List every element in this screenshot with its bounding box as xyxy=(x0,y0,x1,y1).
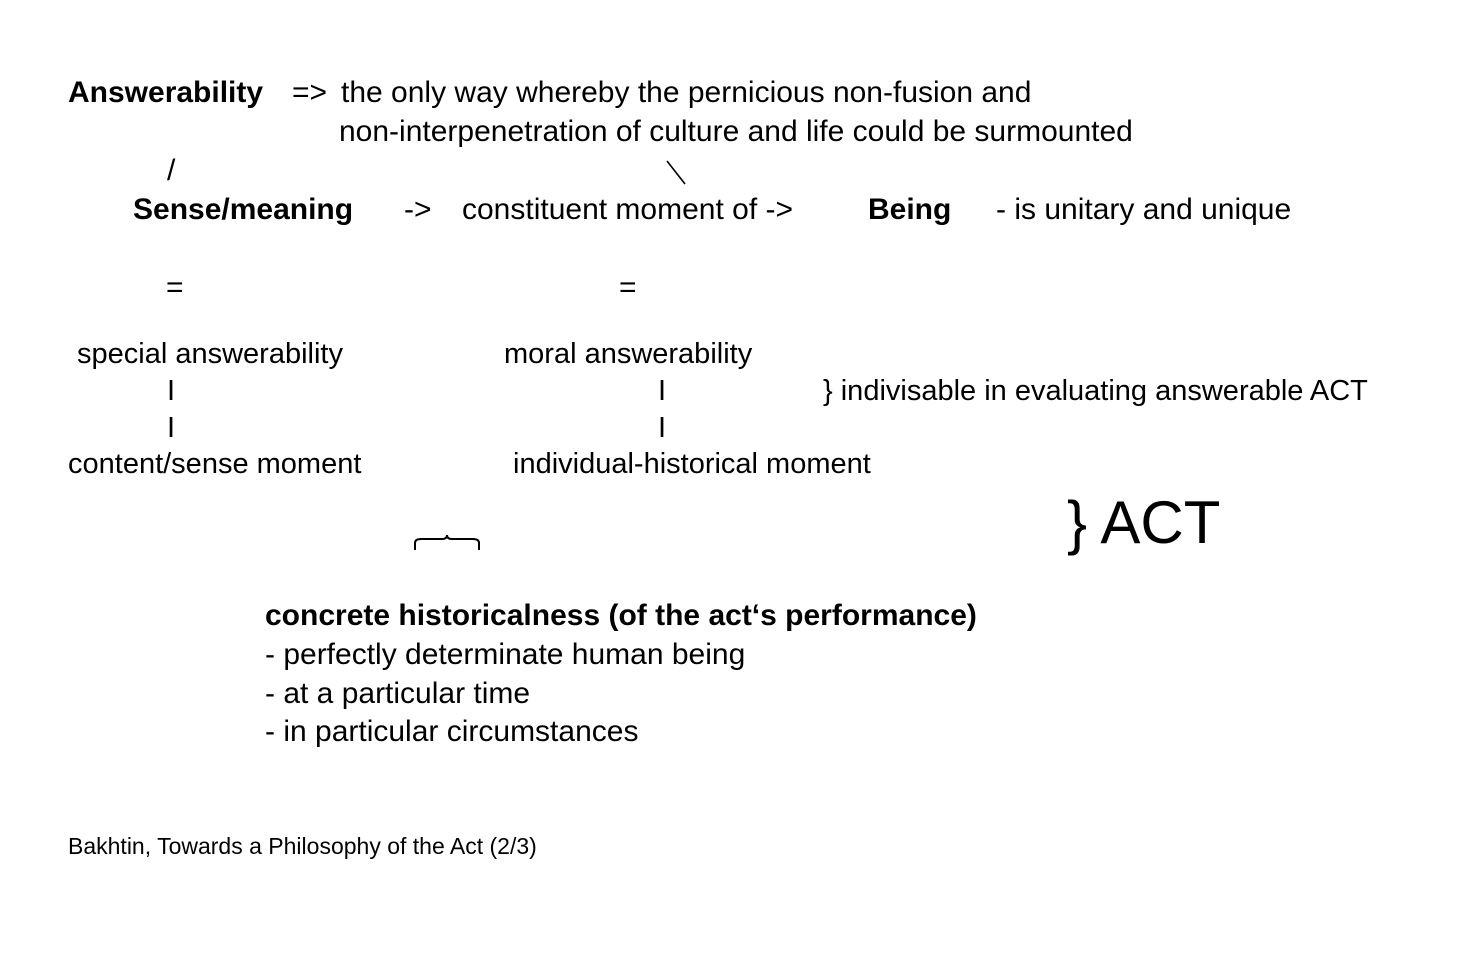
connector-bar-left-1: I xyxy=(167,375,176,407)
horizontal-brace-icon xyxy=(414,534,480,550)
branch-left-slash: / xyxy=(167,154,176,187)
sense-arrow: -> xyxy=(404,193,432,226)
equals-left: = xyxy=(166,271,184,304)
equals-right: = xyxy=(619,271,637,304)
individual-historical-moment: individual-historical moment xyxy=(513,448,871,480)
answerability-definition-line-1: the only way whereby the pernicious non-… xyxy=(341,76,1032,109)
citation: Bakhtin, Towards a Philosophy of the Act… xyxy=(68,833,537,859)
connector-bar-left-2: I xyxy=(167,412,176,444)
constituent-moment-text: constituent moment of -> xyxy=(462,193,793,226)
concrete-item-1: - perfectly determinate human being xyxy=(265,638,746,671)
act-label: } ACT xyxy=(1067,489,1221,556)
special-answerability: special answerability xyxy=(77,338,343,370)
connector-bar-right-1: I xyxy=(658,375,667,407)
moral-answerability: moral answerability xyxy=(504,338,753,370)
sense-meaning-term: Sense/meaning xyxy=(133,193,354,226)
concrete-historicalness-title: concrete historicalness (of the act‘s pe… xyxy=(265,599,977,632)
branch-right-backslash xyxy=(666,160,686,185)
content-sense-moment: content/sense moment xyxy=(68,448,362,480)
being-term: Being xyxy=(868,193,952,226)
connector-bar-right-2: I xyxy=(658,412,667,444)
unitary-unique-text: - is unitary and unique xyxy=(996,193,1292,226)
concrete-item-3: - in particular circumstances xyxy=(265,715,639,748)
concrete-item-2: - at a particular time xyxy=(265,677,531,710)
answerability-term: Answerability xyxy=(68,76,264,109)
indivisable-note: } indivisable in evaluating answerable A… xyxy=(823,375,1368,407)
answerability-arrow: => xyxy=(292,76,328,109)
answerability-definition-line-2: non-interpenetration of culture and life… xyxy=(339,115,1133,148)
